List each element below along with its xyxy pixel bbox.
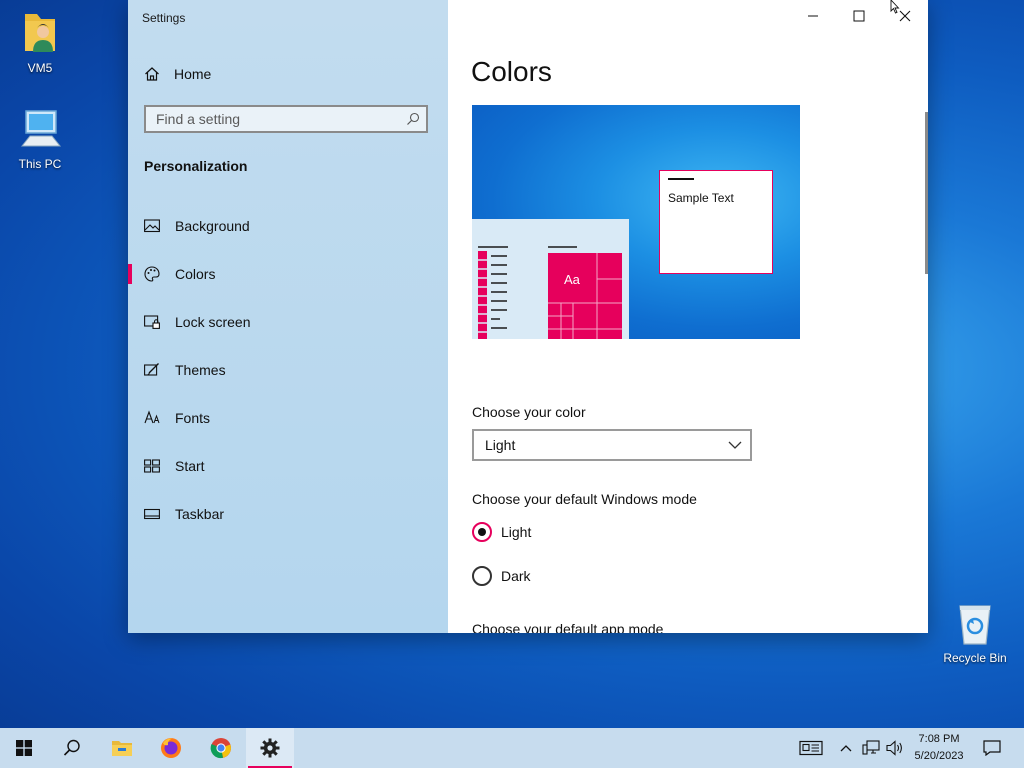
maximize-button[interactable] [836,0,882,32]
home-icon [145,67,159,81]
color-preview: Aa Sample Text [472,105,800,339]
search-icon [63,739,80,756]
radio-button-selected[interactable] [472,522,492,542]
file-explorer-icon [112,741,132,756]
home-label: Home [174,66,212,82]
windows-mode-light-radio[interactable]: Light [472,521,531,543]
choose-color-label: Choose your color [472,404,586,420]
choose-color-dropdown[interactable]: Light [472,429,752,461]
settings-window: Settings Home Personalization Background [128,0,928,633]
search-icon[interactable] [406,112,420,126]
maximize-icon [853,10,865,22]
desktop-icon-label: This PC [18,157,62,171]
sidebar-item-taskbar[interactable]: Taskbar [128,490,448,538]
firefox-button[interactable] [147,728,195,768]
sidebar-item-label: Start [175,458,205,474]
window-title: Settings [142,11,186,25]
volume-icon [886,740,902,756]
settings-icon [260,738,280,758]
chrome-button[interactable] [197,728,245,768]
tile-text: Aa [564,272,581,287]
desktop-icon-recycle-bin[interactable]: Recycle Bin [935,602,1015,665]
volume-button[interactable] [884,728,906,768]
content-pane: Colors Aa Sample Text Choose your color … [448,0,928,633]
section-heading: Personalization [144,158,248,174]
palette-icon [144,266,160,282]
windows-logo-icon [16,740,32,756]
sidebar-item-themes[interactable]: Themes [128,346,448,394]
sidebar-item-label: Background [175,218,250,234]
home-link[interactable]: Home [144,62,211,86]
sidebar-item-label: Lock screen [175,314,251,330]
action-center-button[interactable] [976,728,1008,768]
sidebar-nav: Background Colors Lock screen Themes Fon… [128,202,448,538]
taskbar-icon [144,506,160,522]
scrollbar[interactable] [925,112,928,274]
recycle-bin-icon [959,605,991,645]
close-icon [899,10,911,22]
sidebar-item-start[interactable]: Start [128,442,448,490]
close-button[interactable] [882,0,928,32]
sidebar-item-label: Themes [175,362,226,378]
sidebar-item-label: Taskbar [175,506,225,522]
start-button[interactable] [0,728,48,768]
minimize-icon [808,15,818,17]
windows-mode-label: Choose your default Windows mode [472,491,697,507]
user-folder-icon [25,14,55,52]
news-widget-button[interactable] [796,728,826,768]
computer-icon [20,110,62,147]
preview-tiles: Aa [478,246,622,339]
radio-label: Dark [501,568,531,584]
desktop-icon-label: VM5 [27,61,53,75]
settings-taskbar-button[interactable] [246,728,294,768]
windows-mode-dark-radio[interactable]: Dark [472,565,531,587]
network-status-button[interactable] [860,728,882,768]
fonts-icon [144,410,160,426]
clock-date: 5/20/2023 [914,750,964,762]
show-hidden-icons-button[interactable] [836,728,856,768]
taskbar-clock[interactable]: 7:08 PM 5/20/2023 [906,731,972,765]
preview-sample-window: Sample Text [659,170,773,274]
sidebar-item-colors[interactable]: Colors [128,250,448,298]
lock-screen-icon [144,314,160,330]
picture-icon [144,218,160,234]
radio-button[interactable] [472,566,492,586]
chrome-icon [210,738,231,759]
minimize-button[interactable] [790,0,836,32]
radio-label: Light [501,524,532,540]
file-explorer-button[interactable] [98,728,146,768]
taskbar-search-button[interactable] [48,728,96,768]
sidebar-item-label: Colors [175,266,216,282]
sample-text: Sample Text [668,191,734,205]
themes-icon [144,362,160,378]
notifications-icon [983,740,1001,756]
sidebar-item-background[interactable]: Background [128,202,448,250]
search-box[interactable] [144,105,428,133]
dropdown-value: Light [485,437,516,453]
search-input[interactable] [146,107,396,131]
network-icon [862,740,880,755]
start-layout-icon [144,458,160,474]
sidebar-item-lock-screen[interactable]: Lock screen [128,298,448,346]
desktop-icon-this-pc[interactable]: This PC [0,108,80,171]
chevron-up-icon [840,745,852,752]
sidebar-item-fonts[interactable]: Fonts [128,394,448,442]
desktop-icon-label: Recycle Bin [943,651,1007,665]
taskbar: 7:08 PM 5/20/2023 [0,728,1024,768]
chevron-down-icon [728,441,742,449]
news-icon [799,740,823,756]
sidebar-item-label: Fonts [175,410,211,426]
desktop-icon-vm5[interactable]: VM5 [0,10,80,75]
firefox-icon [161,738,181,758]
app-mode-label: Choose your default app mode [472,621,664,633]
sidebar: Settings Home Personalization Background [128,0,448,633]
preview-start-menu: Aa [472,219,629,339]
page-title: Colors [471,56,552,87]
clock-time: 7:08 PM [918,733,960,745]
mouse-cursor-icon [890,0,900,14]
